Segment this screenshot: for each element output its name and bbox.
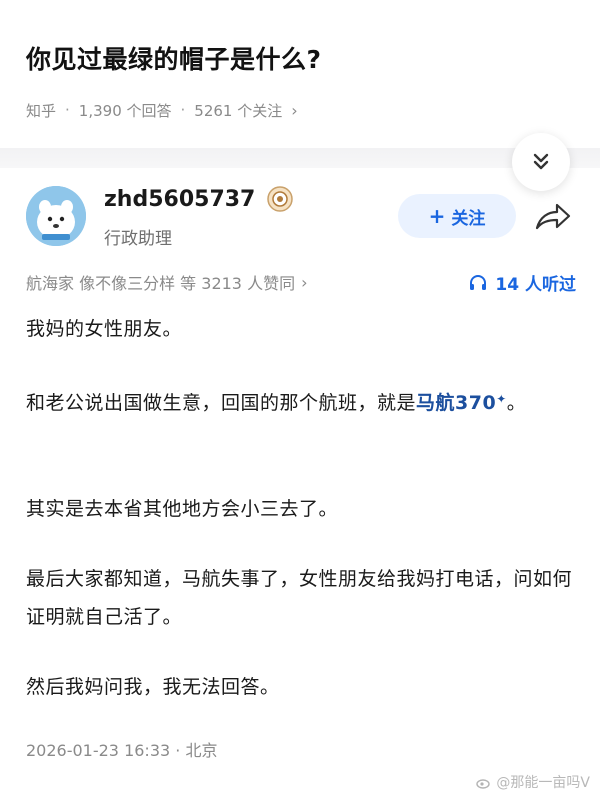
answer-stats: 航海家 像不像三分样 等 3213 人赞同 › 14 人听过 [26,270,576,296]
link-text: 马航370 [416,392,497,414]
double-chevron-down-icon [533,153,549,170]
author-title: 行政助理 [104,229,172,249]
author-name-row: zhd5605737 [104,186,294,212]
headphones-icon [470,274,487,290]
voters-summary[interactable]: 航海家 像不像三分样 等 3213 人赞同 › [26,270,307,294]
weibo-logo-icon [476,779,491,789]
follower-count: 5261 个关注 [194,101,283,120]
chevron-right-icon[interactable]: › [291,101,297,120]
separator-dot: · [65,101,70,119]
watermark: @那能一亩吗V [476,772,590,792]
voters-text: 航海家 像不像三分样 等 3213 人赞同 [26,274,296,293]
avatar-image [26,186,86,246]
site-name: 知乎 [26,101,57,120]
author-row: zhd5605737 行政助理 + 关注 [26,182,586,252]
listen-count-text: 14 人听过 [495,275,576,295]
paragraph: 我妈的女性朋友。 [26,318,183,340]
section-divider [0,148,600,168]
paragraph: 其实是去本省其他地方会小三去了。 [26,498,339,520]
sparkle-icon: ✦ [496,392,507,406]
watermark-text: @那能一亩吗V [496,775,590,791]
question-header: 你见过最绿的帽子是什么? 知乎 · 1,390 个回答 · 5261 个关注 › [26,42,580,122]
creator-badge-icon [267,186,294,212]
author-name[interactable]: zhd5605737 [104,187,255,212]
listen-count[interactable]: 14 人听过 [469,270,576,295]
follow-button[interactable]: + 关注 [398,194,516,238]
paragraph: 然后我妈问我，我无法回答。 [26,676,280,698]
paragraph: 和老公说出国做生意，回国的那个航班，就是马航370✦。 [26,384,576,422]
question-meta: 知乎 · 1,390 个回答 · 5261 个关注 › [26,98,580,122]
follow-label: 关注 [451,208,486,229]
mh370-link[interactable]: 马航370✦ [416,392,507,414]
paragraph-text: 和老公说出国做生意，回国的那个航班，就是 [26,392,417,414]
share-arrow-icon[interactable] [534,200,572,234]
post-timestamp: 2026-01-23 16:33 · 北京 [26,741,218,760]
paragraph-text: 。 [506,392,527,414]
separator-dot: · [180,101,186,119]
question-title[interactable]: 你见过最绿的帽子是什么? [26,42,580,78]
paragraph: 最后大家都知道，马航失事了，女性朋友给我妈打电话，问如何证明就自己活了。 [26,568,573,628]
avatar[interactable] [26,186,86,246]
answer-count: 1,390 个回答 [78,101,172,120]
plus-icon: + [428,204,446,228]
chevron-right-icon: › [301,272,308,292]
